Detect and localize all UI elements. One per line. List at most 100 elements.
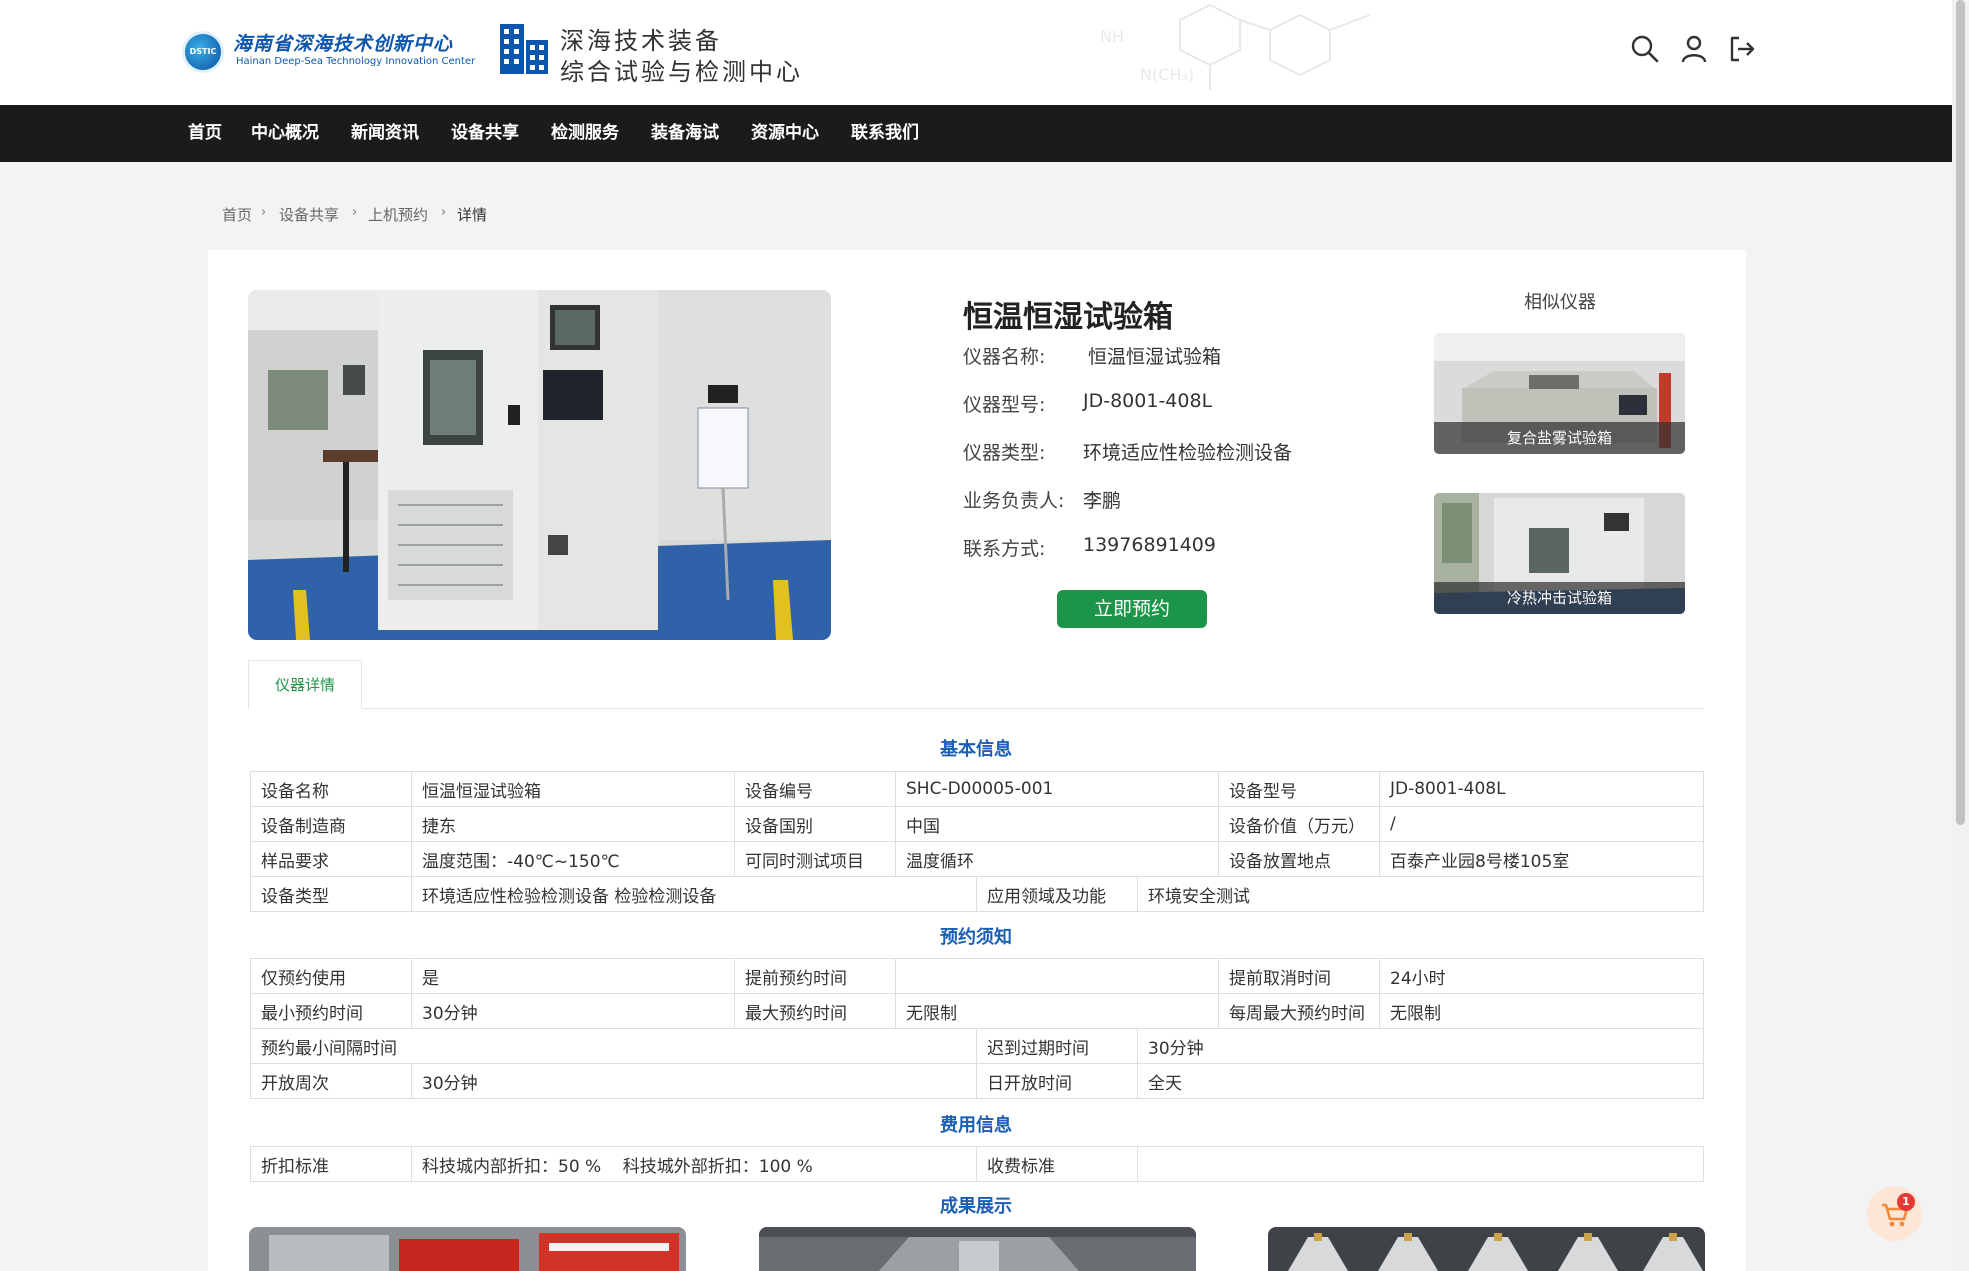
cart-icon — [1882, 1203, 1909, 1227]
label-cell: 设备名称 — [250, 771, 412, 807]
nav-about[interactable]: 中心概况 — [251, 105, 319, 162]
chevron-right-icon: › — [441, 205, 447, 220]
label-cell: 每周最大预约时间 — [1218, 993, 1380, 1029]
instrument-type-value: 环境适应性检验检测设备 — [1083, 442, 1293, 464]
nav-news[interactable]: 新闻资讯 — [351, 105, 419, 162]
logout-icon[interactable] — [1727, 34, 1757, 64]
label-cell: 提前预约时间 — [734, 958, 896, 994]
value-cell: 30分钟 — [411, 993, 735, 1029]
label-cell: 设备价值（万元） — [1218, 806, 1380, 842]
instrument-model-value: JD-8001-408L — [1083, 390, 1213, 412]
label-cell: 设备型号 — [1218, 771, 1380, 807]
similar-item-caption: 复合盐雾试验箱 — [1434, 422, 1685, 454]
logo-title-en[interactable]: Hainan Deep-Sea Technology Innovation Ce… — [236, 56, 475, 67]
user-icon[interactable] — [1679, 34, 1709, 64]
label-cell: 预约最小间隔时间 — [250, 1028, 977, 1064]
table-row: 设备类型 环境适应性检验检测设备 检验检测设备 应用领域及功能 环境安全测试 — [250, 876, 1704, 912]
result-photo-1[interactable] — [249, 1227, 686, 1271]
scrollbar-thumb[interactable] — [1956, 0, 1965, 825]
device-photo — [248, 290, 831, 640]
nav-equipment-sharing[interactable]: 设备共享 — [451, 105, 519, 162]
section-fee-info: 费用信息 — [940, 1115, 1012, 1136]
tab-instrument-details[interactable]: 仪器详情 — [248, 660, 362, 709]
cart-count-badge: 1 — [1897, 1193, 1915, 1211]
owner-label: 业务负责人: — [963, 490, 1065, 512]
value-cell: 30分钟 — [411, 1063, 977, 1099]
result-photo-2[interactable] — [759, 1227, 1196, 1271]
label-cell: 迟到过期时间 — [976, 1028, 1138, 1064]
logo-title-cn[interactable]: 海南省深海技术创新中心 — [233, 29, 453, 56]
cart-button[interactable] — [1867, 1186, 1922, 1241]
label-cell: 折扣标准 — [250, 1146, 412, 1182]
table-row: 设备名称 恒温恒湿试验箱 设备编号 SHC-D00005-001 设备型号 JD… — [250, 771, 1704, 807]
chevron-right-icon: › — [352, 205, 358, 220]
label-cell: 最小预约时间 — [250, 993, 412, 1029]
label-cell: 日开放时间 — [976, 1063, 1138, 1099]
value-cell: 是 — [411, 958, 735, 994]
center-title-line1: 深海技术装备 — [560, 27, 722, 55]
tab-divider — [248, 708, 1704, 709]
value-cell: 全天 — [1137, 1063, 1704, 1099]
label-cell: 开放周次 — [250, 1063, 412, 1099]
owner-value: 李鹏 — [1083, 490, 1122, 512]
label-cell: 应用领域及功能 — [976, 876, 1138, 912]
section-basic-info: 基本信息 — [940, 739, 1012, 760]
label-cell: 设备制造商 — [250, 806, 412, 842]
nav-contact[interactable]: 联系我们 — [851, 105, 919, 162]
label-cell: 最大预约时间 — [734, 993, 896, 1029]
value-cell: 环境安全测试 — [1137, 876, 1704, 912]
value-cell: SHC-D00005-001 — [895, 771, 1219, 807]
chemistry-watermark: NH N(CH₃) — [1100, 3, 1371, 90]
breadcrumb-equipment[interactable]: 设备共享 — [279, 204, 339, 225]
label-cell: 仅预约使用 — [250, 958, 412, 994]
table-row: 开放周次 30分钟 日开放时间 全天 — [250, 1063, 1704, 1099]
basic-info-table: 设备名称 恒温恒湿试验箱 设备编号 SHC-D00005-001 设备型号 JD… — [250, 771, 1704, 877]
instrument-type-label: 仪器类型: — [963, 442, 1046, 464]
logo-abbr: DSTIC — [189, 47, 217, 56]
similar-item-salt-spray[interactable]: 复合盐雾试验箱 — [1434, 333, 1685, 454]
value-cell — [1137, 1146, 1704, 1182]
similar-item-thermal-shock[interactable]: 冷热冲击试验箱 — [1434, 493, 1685, 614]
table-row: 预约最小间隔时间 迟到过期时间 30分钟 — [250, 1028, 1704, 1064]
center-title-line2: 综合试验与检测中心 — [560, 58, 803, 86]
breadcrumb-current: 详情 — [457, 206, 488, 224]
main-nav: 首页 中心概况 新闻资讯 设备共享 检测服务 装备海试 资源中心 联系我们 — [0, 105, 1952, 162]
table-row: 设备制造商 捷东 设备国别 中国 设备价值（万元） / — [250, 806, 1704, 842]
nav-testing-service[interactable]: 检测服务 — [551, 105, 619, 162]
nav-sea-trial[interactable]: 装备海试 — [651, 105, 719, 162]
basic-info-table-wide: 设备类型 环境适应性检验检测设备 检验检测设备 应用领域及功能 环境安全测试 — [250, 876, 1704, 912]
instrument-name-label: 仪器名称: — [963, 346, 1046, 368]
vertical-scrollbar[interactable] — [1952, 0, 1969, 1271]
nav-home[interactable]: 首页 — [188, 105, 222, 162]
label-cell: 可同时测试项目 — [734, 841, 896, 877]
instrument-model-label: 仪器型号: — [963, 394, 1046, 416]
breadcrumb-home[interactable]: 首页 — [222, 204, 252, 225]
result-photo-3[interactable] — [1268, 1227, 1705, 1271]
breadcrumb-booking[interactable]: 上机预约 — [368, 204, 428, 225]
site-header: NH N(CH₃) DSTIC 海南省深海技术创新中心 Hainan Deep-… — [0, 0, 1952, 105]
nav-resources[interactable]: 资源中心 — [751, 105, 819, 162]
label-cell: 设备类型 — [250, 876, 412, 912]
booking-table-wide: 预约最小间隔时间 迟到过期时间 30分钟 开放周次 30分钟 日开放时间 全天 — [250, 1028, 1704, 1099]
value-cell: 30分钟 — [1137, 1028, 1704, 1064]
book-now-button[interactable]: 立即预约 — [1057, 590, 1207, 628]
logo-emblem[interactable]: DSTIC — [182, 31, 224, 73]
value-cell: 无限制 — [1379, 993, 1704, 1029]
label-cell: 设备国别 — [734, 806, 896, 842]
building-icon — [500, 24, 548, 74]
contact-label: 联系方式: — [963, 538, 1046, 560]
value-cell: 温度范围：-40℃~150℃ — [411, 841, 735, 877]
value-cell: 温度循环 — [895, 841, 1219, 877]
search-icon[interactable] — [1630, 34, 1660, 64]
instrument-name-value: 恒温恒湿试验箱 — [1088, 346, 1222, 368]
label-cell: 样品要求 — [250, 841, 412, 877]
fee-table: 折扣标准 科技城内部折扣：50 % 科技城外部折扣：100 % 收费标准 — [250, 1146, 1704, 1182]
value-cell: JD-8001-408L — [1379, 771, 1704, 807]
section-results: 成果展示 — [940, 1196, 1012, 1217]
value-cell: / — [1379, 806, 1704, 842]
value-cell — [895, 958, 1219, 994]
label-cell: 设备放置地点 — [1218, 841, 1380, 877]
label-cell: 收费标准 — [976, 1146, 1138, 1182]
value-cell: 无限制 — [895, 993, 1219, 1029]
booking-table: 仅预约使用 是 提前预约时间 提前取消时间 24小时 最小预约时间 30分钟 最… — [250, 958, 1704, 1029]
